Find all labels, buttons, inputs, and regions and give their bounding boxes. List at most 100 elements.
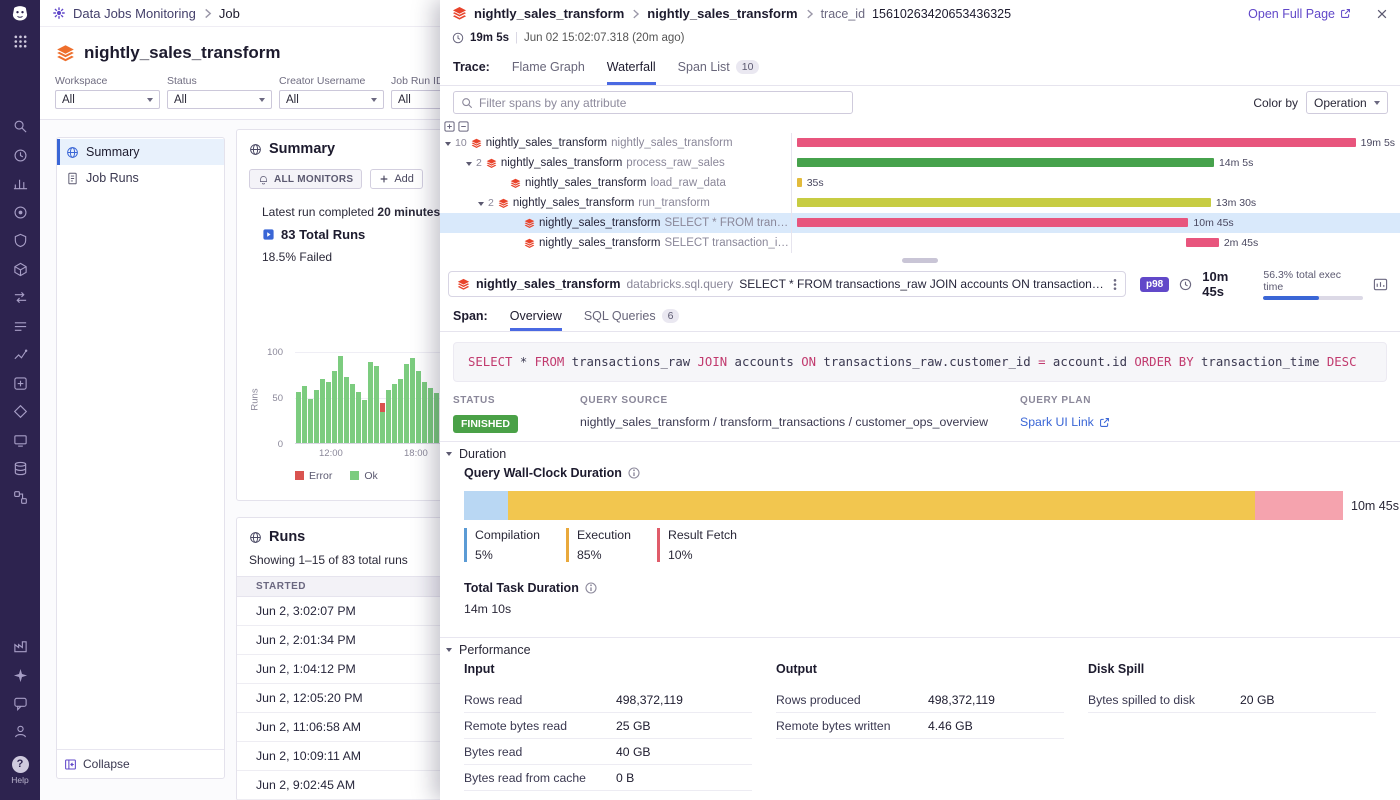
integrations-icon[interactable] — [0, 372, 40, 394]
add-button[interactable]: Add — [370, 169, 423, 189]
database-icon[interactable] — [0, 457, 40, 479]
kebab-menu-icon[interactable] — [1113, 278, 1117, 291]
span-bar[interactable] — [797, 178, 801, 187]
metrics-icon[interactable] — [0, 172, 40, 194]
chevron-right-icon — [631, 8, 640, 20]
breadcrumb-product[interactable]: Data Jobs Monitoring — [73, 6, 196, 21]
chart-bar — [398, 379, 403, 443]
chart-bar — [392, 384, 397, 443]
span-service: nightly_sales_transform — [476, 277, 621, 291]
span-bar[interactable] — [797, 198, 1210, 207]
span-operation: SELECT transaction_id, custo... — [664, 237, 791, 249]
sidebar-item-summary[interactable]: Summary — [57, 139, 224, 165]
span-service: nightly_sales_transform — [501, 157, 622, 169]
spark-ui-link[interactable]: Spark UI Link — [1020, 415, 1110, 429]
filter-workspace: Workspace All — [55, 75, 160, 109]
waterfall-row[interactable]: nightly_sales_transform SELECT transacti… — [440, 233, 1400, 253]
span-timeline: 14m 5s — [791, 153, 1400, 173]
waterfall-row[interactable]: 2 nightly_sales_transform process_raw_sa… — [440, 153, 1400, 173]
trace-service-crumb[interactable]: nightly_sales_transform — [474, 6, 624, 21]
tab-overview[interactable]: Overview — [510, 300, 562, 331]
help-icon[interactable]: ? — [0, 753, 40, 775]
chart-bar — [410, 358, 415, 443]
span-search-input[interactable] — [479, 96, 845, 110]
tab-sql-queries[interactable]: SQL Queries6 — [584, 300, 680, 331]
expand-all-icon[interactable] — [444, 121, 455, 132]
workflows-icon[interactable] — [0, 486, 40, 508]
column-title: Disk Spill — [1088, 662, 1376, 676]
column-started: STARTED — [256, 581, 306, 592]
waterfall-row[interactable]: 10 nightly_sales_transform nightly_sales… — [440, 133, 1400, 153]
color-by-select[interactable]: Operation — [1306, 91, 1388, 114]
caret-down-icon[interactable] — [445, 142, 451, 149]
panel-resize-handle[interactable] — [440, 253, 1400, 268]
tab-span-list[interactable]: Span List10 — [678, 48, 760, 85]
waterfall-row-selected[interactable]: nightly_sales_transform SELECT * FROM tr… — [440, 213, 1400, 233]
collapse-button[interactable]: Collapse — [57, 749, 224, 778]
trace-name-crumb[interactable]: nightly_sales_transform — [647, 6, 797, 21]
organization-icon[interactable] — [0, 635, 40, 657]
pipelines-icon[interactable] — [0, 343, 40, 365]
feedback-icon[interactable] — [0, 692, 40, 714]
job-stack-icon — [56, 44, 75, 63]
account-icon[interactable] — [0, 720, 40, 742]
span-selector[interactable]: nightly_sales_transform databricks.sql.q… — [448, 271, 1126, 297]
span-duration-value: 10m 45s — [1202, 269, 1253, 299]
caret-down-icon[interactable] — [466, 162, 472, 169]
creator-username-select[interactable]: All — [279, 90, 384, 109]
span-bar[interactable] — [797, 138, 1356, 147]
performance-metrics: Input Rows read498,372,119 Remote bytes … — [464, 662, 1376, 791]
sql-query-code: SELECT * FROM transactions_raw JOIN acco… — [453, 342, 1387, 382]
waterfall-row[interactable]: 2 nightly_sales_transform run_transform … — [440, 193, 1400, 213]
info-icon[interactable] — [585, 582, 597, 594]
logs-icon[interactable] — [0, 315, 40, 337]
span-service: nightly_sales_transform — [486, 137, 607, 149]
assistant-sparkle-icon[interactable] — [0, 664, 40, 686]
span-bar[interactable] — [797, 158, 1213, 167]
span-duration: 2m 45s — [1224, 237, 1258, 249]
caret-down-icon — [446, 452, 452, 459]
span-service: nightly_sales_transform — [539, 217, 660, 229]
status-select[interactable]: All — [167, 90, 272, 109]
security-icon[interactable] — [0, 229, 40, 251]
exec-time: 56.3% total exec time — [1263, 269, 1363, 300]
span-service: nightly_sales_transform — [539, 237, 660, 249]
synthetics-icon[interactable] — [0, 400, 40, 422]
sidebar-item-job-runs[interactable]: Job Runs — [57, 165, 224, 191]
chart-bar — [362, 400, 367, 443]
all-monitors-button[interactable]: ALL MONITORS — [249, 169, 362, 189]
history-icon[interactable] — [0, 144, 40, 166]
query-source-label: QUERY SOURCE — [580, 395, 1020, 406]
tab-waterfall[interactable]: Waterfall — [607, 48, 656, 85]
apps-grid-icon[interactable] — [0, 30, 40, 52]
duration-section-toggle[interactable]: Duration — [446, 447, 506, 461]
rum-icon[interactable] — [0, 429, 40, 451]
column-title: Output — [776, 662, 1064, 676]
chart-bar — [386, 390, 391, 443]
caret-down-icon[interactable] — [478, 202, 484, 209]
network-icon[interactable] — [0, 286, 40, 308]
y-tick: 50 — [255, 393, 283, 404]
span-search[interactable] — [453, 91, 853, 114]
execution-segment — [508, 491, 1255, 520]
collapse-all-icon[interactable] — [458, 121, 469, 132]
search-icon[interactable] — [0, 115, 40, 137]
span-bar[interactable] — [1186, 238, 1219, 247]
tab-flame-graph[interactable]: Flame Graph — [512, 48, 585, 85]
close-icon[interactable] — [1376, 8, 1388, 20]
span-meta-row: STATUS FINISHED QUERY SOURCE nightly_sal… — [453, 395, 1387, 433]
performance-output-column: Output Rows produced498,372,119 Remote b… — [776, 662, 1064, 791]
chart-bar — [326, 382, 331, 443]
apm-icon[interactable] — [0, 201, 40, 223]
waterfall: 10 nightly_sales_transform nightly_sales… — [440, 133, 1400, 253]
waterfall-row[interactable]: nightly_sales_transform load_raw_data 35… — [440, 173, 1400, 193]
performance-section-toggle[interactable]: Performance — [446, 643, 531, 657]
infrastructure-icon[interactable] — [0, 258, 40, 280]
open-full-page-link[interactable]: Open Full Page — [1248, 7, 1351, 21]
span-view-toggle-icon[interactable] — [1373, 277, 1388, 292]
workspace-select[interactable]: All — [55, 90, 160, 109]
datadog-logo[interactable] — [0, 0, 40, 27]
span-bar[interactable] — [797, 218, 1188, 227]
breadcrumb: Data Jobs Monitoring Job — [40, 6, 240, 21]
info-icon[interactable] — [628, 467, 640, 479]
